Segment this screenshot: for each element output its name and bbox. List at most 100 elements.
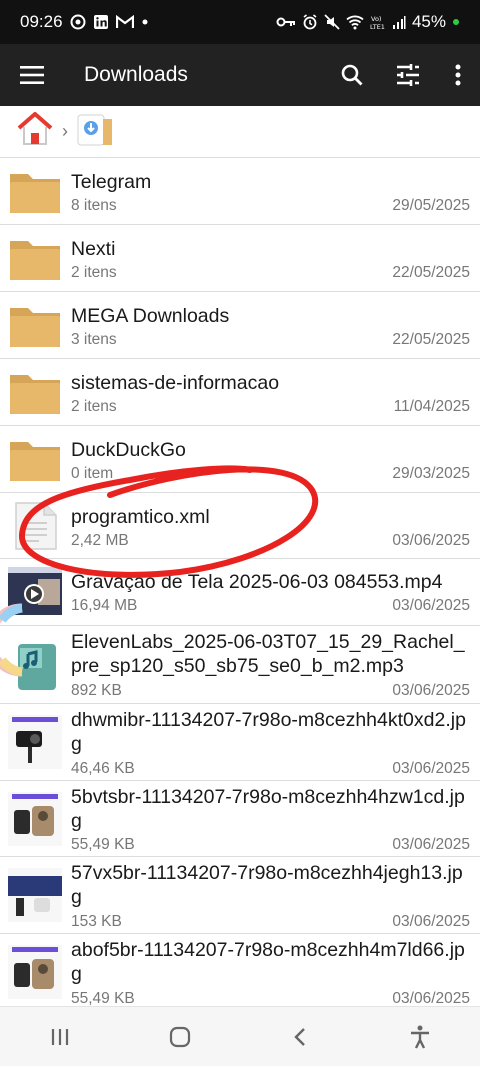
file-date: 03/06/2025 (392, 682, 470, 699)
list-item-file-xml[interactable]: programtico.xml 2,42 MB 03/06/2025 (0, 493, 480, 559)
list-item-folder-nexti[interactable]: Nexti 2 itens 22/05/2025 (0, 225, 480, 292)
svg-text:LTE1: LTE1 (370, 23, 385, 30)
filter-button[interactable] (380, 44, 436, 106)
file-date: 11/04/2025 (393, 398, 470, 415)
status-time: 09:26 (20, 12, 63, 31)
folder-icon (10, 174, 60, 213)
chevron-right-icon: › (62, 121, 68, 141)
file-name: programtico.xml (71, 506, 210, 528)
file-name: Nexti (71, 238, 116, 260)
file-name: dhwmibr-11134207-7r98o-m8cezhh4kt0xd2.jp… (71, 709, 466, 755)
signal-icon (392, 15, 406, 29)
file-name: ElevenLabs_2025-06-03T07_15_29_Rachel_pr… (71, 631, 465, 677)
home-crumb-button[interactable] (16, 110, 54, 153)
file-meta: 55,49 KB (71, 990, 135, 1006)
file-date: 29/05/2025 (392, 197, 470, 214)
list-item-folder-mega-downloads[interactable]: MEGA Downloads 3 itens 22/05/2025 (0, 292, 480, 359)
file-date: 03/06/2025 (392, 836, 470, 853)
battery-icon (452, 18, 460, 26)
file-name: abof5br-11134207-7r98o-m8cezhh4m7ld66.jp… (71, 939, 465, 985)
more-vert-icon (455, 64, 461, 86)
file-name: MEGA Downloads (71, 305, 230, 327)
recents-icon (51, 1028, 69, 1045)
list-item-folder-telegram[interactable]: Telegram 8 itens 29/05/2025 (0, 158, 480, 225)
status-bar: 09:26 Vo) LTE1 45% (0, 0, 480, 44)
recents-button[interactable] (30, 1007, 90, 1066)
key-icon (276, 15, 296, 29)
wifi-icon (346, 14, 364, 30)
list-item-file-image[interactable]: dhwmibr-11134207-7r98o-m8cezhh4kt0xd2.jp… (0, 704, 480, 781)
home-button[interactable] (150, 1007, 210, 1066)
file-meta: 0 item (71, 465, 114, 482)
search-icon (341, 64, 363, 86)
mute-icon (324, 14, 340, 30)
folder-icon (10, 442, 60, 481)
file-name: Gravação de Tela 2025-06-03 084553.mp4 (71, 571, 443, 593)
file-date: 03/06/2025 (392, 990, 470, 1006)
download-folder-icon (77, 114, 112, 146)
folder-icon (10, 241, 60, 280)
list-item-file-video[interactable]: Gravação de Tela 2025-06-03 084553.mp4 1… (0, 559, 480, 626)
file-date: 03/06/2025 (392, 913, 470, 930)
file-name: 57vx5br-11134207-7r98o-m8cezhh4jegh13.jp… (71, 862, 463, 908)
more-notifications-dot-icon (141, 18, 149, 26)
svg-text:Vo): Vo) (371, 15, 381, 23)
linkedin-icon (93, 14, 109, 30)
list-item-folder-duckduckgo[interactable]: DuckDuckGo 0 item 29/03/2025 (0, 426, 480, 493)
file-date: 29/03/2025 (392, 465, 470, 482)
accessibility-icon (411, 1025, 429, 1049)
accessibility-button[interactable] (390, 1007, 450, 1066)
floating-assistant-bubble[interactable] (0, 600, 32, 680)
file-date: 03/06/2025 (392, 532, 470, 549)
list-item-file-image[interactable]: abof5br-11134207-7r98o-m8cezhh4m7ld66.jp… (0, 934, 480, 1006)
list-item-file-audio[interactable]: ElevenLabs_2025-06-03T07_15_29_Rachel_pr… (0, 626, 480, 704)
system-nav-bar (0, 1006, 480, 1066)
file-name: 5bvtsbr-11134207-7r98o-m8cezhh4hzw1cd.jp… (71, 786, 465, 832)
file-meta: 16,94 MB (71, 597, 138, 614)
more-options-button[interactable] (436, 44, 480, 106)
file-meta: 3 itens (71, 331, 117, 348)
breadcrumb: › (0, 106, 480, 158)
page-title: Downloads (84, 63, 188, 86)
file-meta: 8 itens (71, 197, 117, 214)
back-button[interactable] (270, 1007, 330, 1066)
image-thumbnail-icon (8, 945, 62, 999)
document-icon (15, 502, 57, 550)
file-name: sistemas-de-informacao (71, 372, 280, 394)
list-item-folder-sistemas[interactable]: sistemas-de-informacao 2 itens 11/04/202… (0, 359, 480, 426)
volte-icon: Vo) LTE1 (370, 14, 386, 30)
file-meta: 2,42 MB (71, 532, 129, 549)
file-name: Telegram (71, 171, 152, 193)
file-date: 03/06/2025 (392, 597, 470, 614)
image-thumbnail-icon (8, 792, 62, 846)
file-name: DuckDuckGo (71, 439, 186, 461)
image-thumbnail-icon (8, 868, 62, 922)
file-meta: 2 itens (71, 398, 117, 415)
search-button[interactable] (324, 44, 380, 106)
app-bar: Downloads (0, 44, 480, 106)
file-meta: 2 itens (71, 264, 117, 281)
menu-button[interactable] (0, 44, 64, 106)
tune-icon (397, 64, 419, 86)
downloads-crumb-button[interactable] (76, 109, 116, 154)
file-date: 22/05/2025 (392, 331, 470, 348)
folder-icon (10, 308, 60, 347)
file-date: 22/05/2025 (392, 264, 470, 281)
home-icon (17, 112, 53, 145)
hamburger-icon (20, 66, 44, 84)
app-notification-icon (70, 14, 86, 30)
home-circle-icon (169, 1026, 191, 1047)
alarm-icon (302, 14, 318, 30)
back-chevron-icon (294, 1027, 305, 1046)
file-meta: 55,49 KB (71, 836, 135, 853)
gmail-icon (115, 15, 134, 29)
file-date: 03/06/2025 (392, 760, 470, 777)
battery-percent: 45% (411, 12, 446, 31)
file-list: Telegram 8 itens 29/05/2025 Nexti 2 iten… (0, 158, 480, 1006)
list-item-file-image[interactable]: 57vx5br-11134207-7r98o-m8cezhh4jegh13.jp… (0, 857, 480, 934)
file-meta: 46,46 KB (71, 760, 135, 777)
file-meta: 892 KB (71, 682, 122, 699)
file-meta: 153 KB (71, 913, 122, 930)
image-thumbnail-icon (8, 715, 62, 769)
list-item-file-image[interactable]: 5bvtsbr-11134207-7r98o-m8cezhh4hzw1cd.jp… (0, 781, 480, 857)
